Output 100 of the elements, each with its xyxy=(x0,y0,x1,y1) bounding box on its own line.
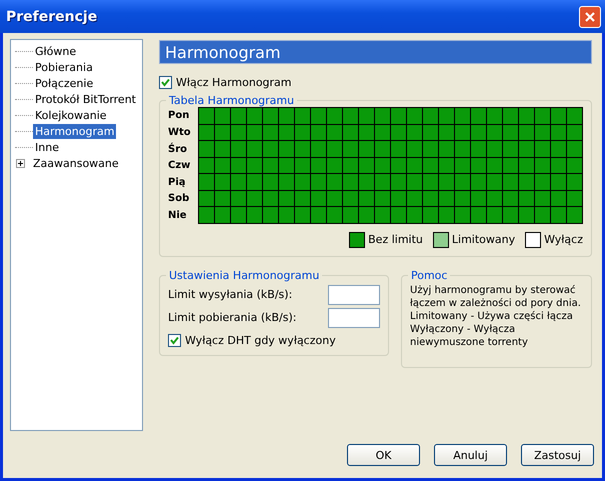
schedule-cell[interactable] xyxy=(567,158,583,174)
dialog-button[interactable]: Anuluj xyxy=(434,444,507,466)
schedule-cell[interactable] xyxy=(311,141,327,158)
schedule-cell[interactable] xyxy=(535,141,551,158)
schedule-cell[interactable] xyxy=(455,124,471,141)
schedule-cell[interactable] xyxy=(455,207,471,224)
schedule-cell[interactable] xyxy=(327,141,343,158)
schedule-cell[interactable] xyxy=(199,158,215,174)
schedule-cell[interactable] xyxy=(455,141,471,158)
schedule-cell[interactable] xyxy=(279,108,295,124)
schedule-cell[interactable] xyxy=(503,174,519,190)
schedule-cell[interactable] xyxy=(551,190,567,207)
schedule-cell[interactable] xyxy=(247,174,263,190)
schedule-cell[interactable] xyxy=(279,207,295,224)
schedule-cell[interactable] xyxy=(391,174,407,190)
schedule-cell[interactable] xyxy=(295,141,311,158)
schedule-cell[interactable] xyxy=(375,207,391,224)
schedule-cell[interactable] xyxy=(375,124,391,141)
schedule-cell[interactable] xyxy=(519,190,535,207)
schedule-cell[interactable] xyxy=(407,141,423,158)
schedule-cell[interactable] xyxy=(279,141,295,158)
schedule-cell[interactable] xyxy=(279,158,295,174)
schedule-cell[interactable] xyxy=(503,141,519,158)
schedule-cell[interactable] xyxy=(503,108,519,124)
input-field[interactable] xyxy=(328,308,380,328)
schedule-cell[interactable] xyxy=(215,141,231,158)
schedule-cell[interactable] xyxy=(407,108,423,124)
schedule-cell[interactable] xyxy=(503,207,519,224)
schedule-cell[interactable] xyxy=(359,108,375,124)
schedule-cell[interactable] xyxy=(423,190,439,207)
tree-item[interactable]: Główne xyxy=(33,44,78,58)
schedule-cell[interactable] xyxy=(407,174,423,190)
schedule-cell[interactable] xyxy=(263,141,279,158)
schedule-cell[interactable] xyxy=(519,108,535,124)
schedule-cell[interactable] xyxy=(215,190,231,207)
schedule-cell[interactable] xyxy=(311,174,327,190)
schedule-cell[interactable] xyxy=(439,108,455,124)
schedule-cell[interactable] xyxy=(519,124,535,141)
schedule-cell[interactable] xyxy=(471,141,487,158)
schedule-cell[interactable] xyxy=(327,174,343,190)
schedule-cell[interactable] xyxy=(327,158,343,174)
schedule-cell[interactable] xyxy=(359,141,375,158)
schedule-cell[interactable] xyxy=(263,158,279,174)
schedule-cell[interactable] xyxy=(567,207,583,224)
schedule-cell[interactable] xyxy=(343,190,359,207)
schedule-cell[interactable] xyxy=(567,108,583,124)
schedule-cell[interactable] xyxy=(439,174,455,190)
schedule-cell[interactable] xyxy=(295,207,311,224)
schedule-cell[interactable] xyxy=(231,207,247,224)
schedule-cell[interactable] xyxy=(535,174,551,190)
tree-item[interactable]: Połączenie xyxy=(33,76,96,90)
schedule-cell[interactable] xyxy=(375,174,391,190)
schedule-cell[interactable] xyxy=(423,158,439,174)
schedule-cell[interactable] xyxy=(567,124,583,141)
schedule-cell[interactable] xyxy=(391,108,407,124)
schedule-cell[interactable] xyxy=(199,141,215,158)
schedule-cell[interactable] xyxy=(359,174,375,190)
schedule-cell[interactable] xyxy=(231,124,247,141)
schedule-cell[interactable] xyxy=(263,124,279,141)
schedule-cell[interactable] xyxy=(359,158,375,174)
schedule-cell[interactable] xyxy=(263,108,279,124)
schedule-cell[interactable] xyxy=(215,124,231,141)
schedule-cell[interactable] xyxy=(487,174,503,190)
schedule-cell[interactable] xyxy=(199,174,215,190)
schedule-cell[interactable] xyxy=(199,124,215,141)
schedule-cell[interactable] xyxy=(471,190,487,207)
schedule-cell[interactable] xyxy=(247,124,263,141)
schedule-cell[interactable] xyxy=(567,174,583,190)
schedule-cell[interactable] xyxy=(487,108,503,124)
schedule-cell[interactable] xyxy=(455,158,471,174)
schedule-cell[interactable] xyxy=(263,190,279,207)
schedule-cell[interactable] xyxy=(487,190,503,207)
schedule-cell[interactable] xyxy=(519,174,535,190)
schedule-cell[interactable] xyxy=(423,124,439,141)
schedule-cell[interactable] xyxy=(439,124,455,141)
close-button[interactable] xyxy=(579,6,601,28)
schedule-cell[interactable] xyxy=(439,190,455,207)
schedule-cell[interactable] xyxy=(279,190,295,207)
schedule-cell[interactable] xyxy=(327,108,343,124)
schedule-cell[interactable] xyxy=(455,174,471,190)
schedule-cell[interactable] xyxy=(215,158,231,174)
schedule-cell[interactable] xyxy=(455,190,471,207)
tree-item[interactable]: Harmonogram xyxy=(33,124,116,138)
schedule-cell[interactable] xyxy=(551,174,567,190)
schedule-cell[interactable] xyxy=(551,124,567,141)
schedule-cell[interactable] xyxy=(535,207,551,224)
schedule-cell[interactable] xyxy=(279,124,295,141)
schedule-cell[interactable] xyxy=(327,190,343,207)
schedule-cell[interactable] xyxy=(295,174,311,190)
schedule-cell[interactable] xyxy=(375,158,391,174)
schedule-cell[interactable] xyxy=(231,190,247,207)
schedule-cell[interactable] xyxy=(343,174,359,190)
schedule-cell[interactable] xyxy=(359,124,375,141)
schedule-cell[interactable] xyxy=(567,190,583,207)
schedule-cell[interactable] xyxy=(503,158,519,174)
schedule-cell[interactable] xyxy=(327,207,343,224)
schedule-cell[interactable] xyxy=(471,108,487,124)
tree-item[interactable]: Zaawansowane xyxy=(31,156,121,170)
schedule-cell[interactable] xyxy=(311,158,327,174)
schedule-cell[interactable] xyxy=(215,207,231,224)
